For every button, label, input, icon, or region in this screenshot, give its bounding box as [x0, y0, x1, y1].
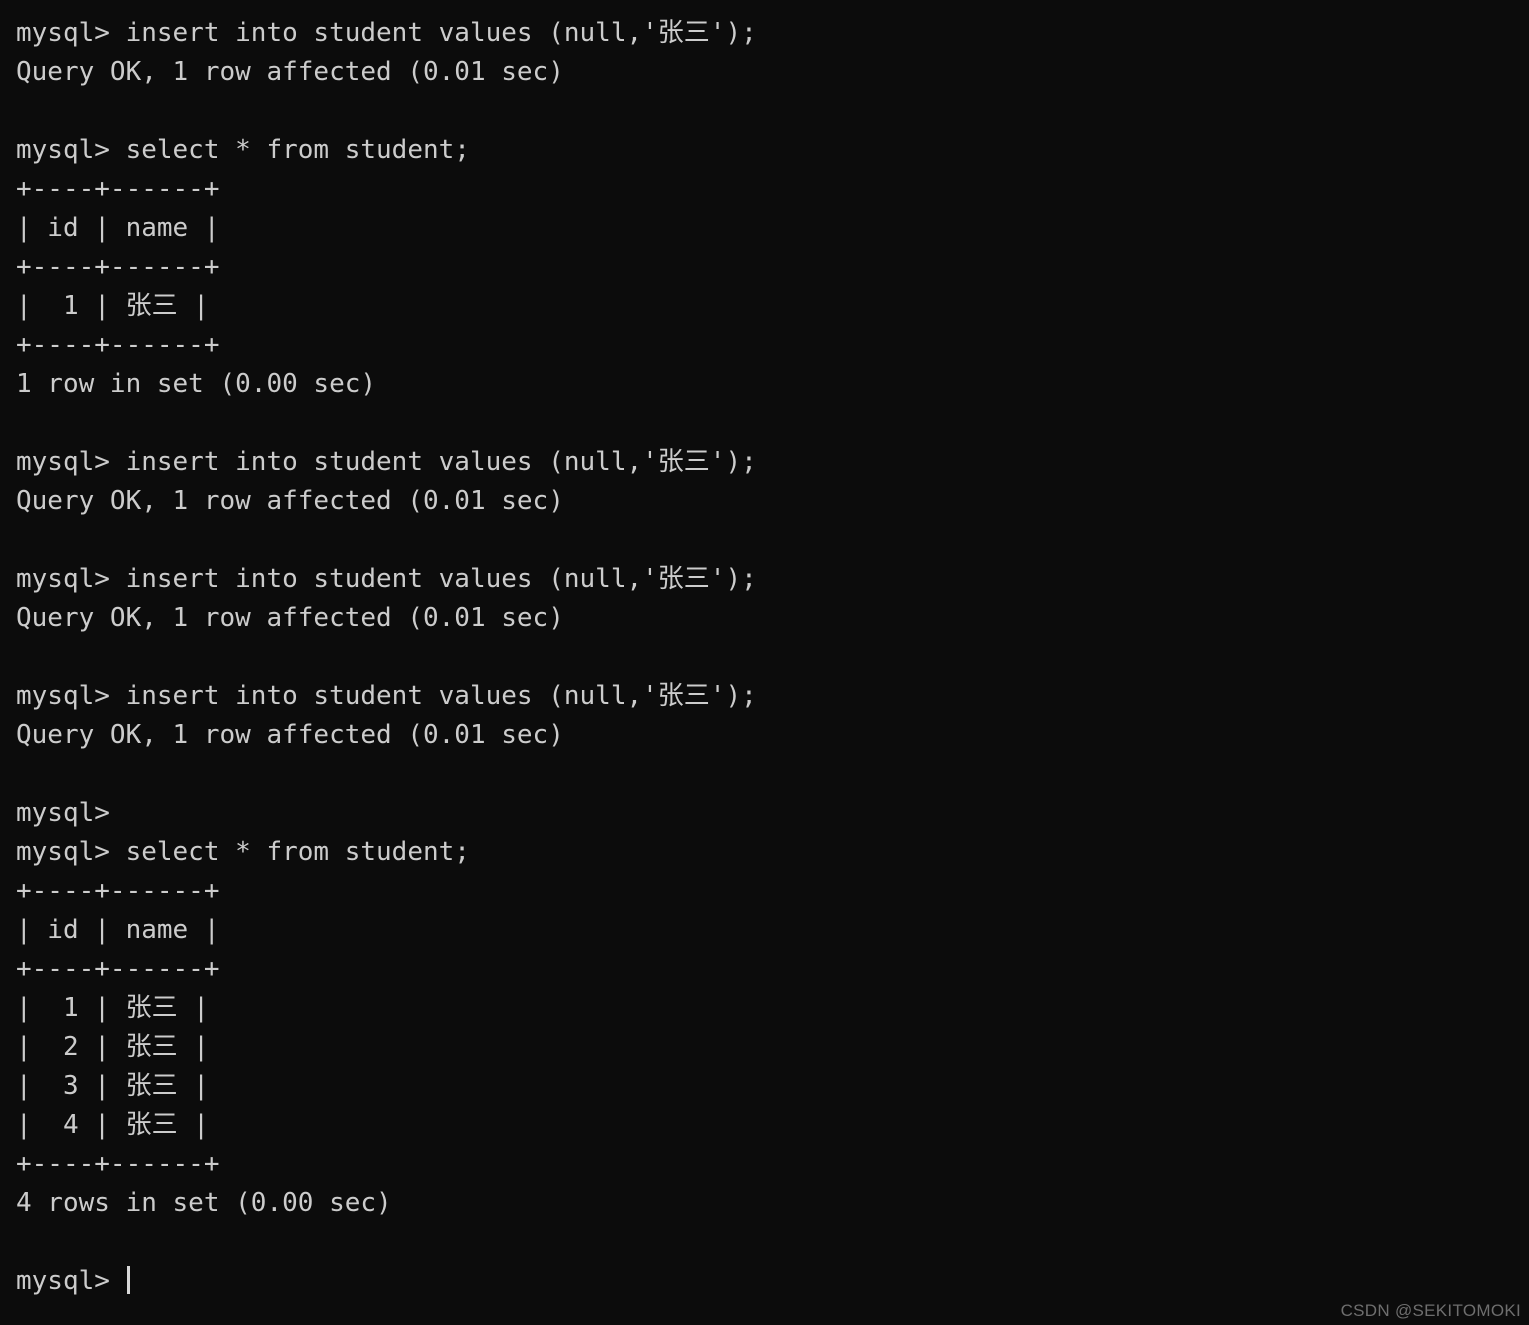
- terminal-line: +----+------+: [16, 330, 220, 360]
- terminal-line: | 2 | 张三 |: [16, 1032, 209, 1062]
- terminal-line: Query OK, 1 row affected (0.01 sec): [16, 486, 564, 516]
- text-cursor: [126, 1266, 130, 1294]
- terminal-line: | id | name |: [16, 915, 220, 945]
- terminal-line: mysql> insert into student values (null,…: [16, 447, 757, 477]
- terminal-window[interactable]: mysql> insert into student values (null,…: [0, 0, 1529, 1325]
- watermark-label: CSDN @SEKITOMOKI: [1340, 1301, 1521, 1320]
- terminal-line: +----+------+: [16, 252, 220, 282]
- terminal-prompt-line[interactable]: mysql>: [16, 1262, 1529, 1301]
- terminal-line: +----+------+: [16, 1149, 220, 1179]
- terminal-line: mysql> insert into student values (null,…: [16, 18, 757, 48]
- terminal-line: mysql> insert into student values (null,…: [16, 564, 757, 594]
- terminal-line: Query OK, 1 row affected (0.01 sec): [16, 720, 564, 750]
- terminal-line: mysql> insert into student values (null,…: [16, 681, 757, 711]
- terminal-line: Query OK, 1 row affected (0.01 sec): [16, 603, 564, 633]
- terminal-line: +----+------+: [16, 954, 220, 984]
- terminal-line: | 1 | 张三 |: [16, 993, 209, 1023]
- terminal-line: mysql> select * from student;: [16, 837, 470, 867]
- terminal-line: +----+------+: [16, 876, 220, 906]
- terminal-output[interactable]: mysql> insert into student values (null,…: [16, 14, 1529, 1301]
- terminal-line: 4 rows in set (0.00 sec): [16, 1188, 392, 1218]
- terminal-line: | id | name |: [16, 213, 220, 243]
- terminal-line: | 3 | 张三 |: [16, 1071, 209, 1101]
- prompt-label: mysql>: [16, 1266, 126, 1296]
- terminal-line: mysql> select * from student;: [16, 135, 470, 165]
- terminal-line: +----+------+: [16, 174, 220, 204]
- terminal-line: | 1 | 张三 |: [16, 291, 209, 321]
- terminal-line: | 4 | 张三 |: [16, 1110, 209, 1140]
- terminal-line: Query OK, 1 row affected (0.01 sec): [16, 57, 564, 87]
- terminal-line: 1 row in set (0.00 sec): [16, 369, 377, 399]
- terminal-line: mysql>: [16, 798, 110, 828]
